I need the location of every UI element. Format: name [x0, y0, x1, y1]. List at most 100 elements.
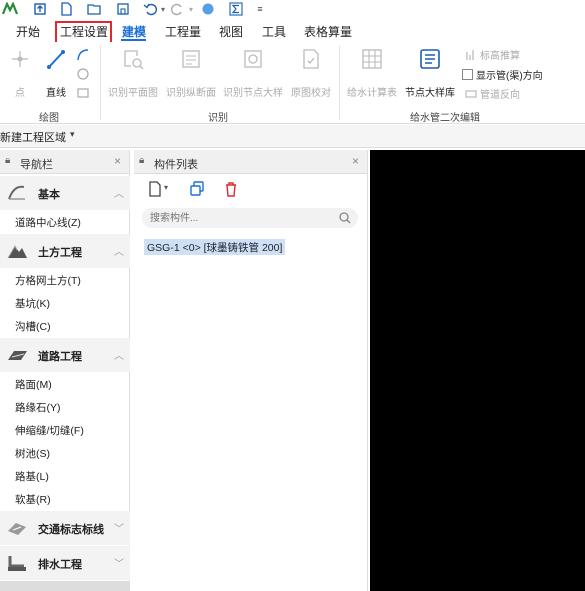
tab-modeling[interactable]: 建模	[122, 23, 146, 40]
tab-start[interactable]: 开始	[16, 23, 40, 40]
draw-group-label: 绘图	[39, 113, 59, 124]
elevation-push-icon	[466, 49, 474, 60]
ribbon-separator	[339, 46, 340, 120]
identify-node-detail-button[interactable]: 识别节点大样	[221, 48, 285, 99]
component-panel-header: 🔒︎ 构件列表 ×	[134, 150, 367, 174]
chevron-up-icon[interactable]: ︿	[114, 347, 124, 362]
water-calc-table-button[interactable]: 给水计算表	[345, 48, 399, 99]
show-direction-checkbox[interactable]: 显示管(渠)方向	[462, 67, 543, 82]
nav-panel-title: 导航栏	[20, 159, 53, 171]
line-label: 直线	[46, 88, 66, 99]
nav-category-partial[interactable]	[0, 581, 130, 591]
save-icon[interactable]	[115, 1, 131, 17]
point-icon	[12, 51, 28, 67]
show-direction-check-icon[interactable]	[462, 69, 473, 80]
nav-item-tree-pit[interactable]: 树池(S)	[15, 446, 50, 461]
secondary-group-label: 给水管二次编辑	[410, 113, 480, 124]
ribbon-separator	[100, 46, 101, 120]
pin-icon[interactable]: 🔒︎	[5, 155, 10, 166]
node-library-label: 节点大样库	[405, 88, 455, 99]
identify-node-detail-icon	[244, 50, 262, 68]
line-button[interactable]: 直线	[42, 48, 70, 99]
ribbon: 点 直线 绘图 识别平面图 识别纵断面 识别节点大样 原图校对 识别 给水计算表…	[0, 42, 585, 124]
region-select[interactable]: 新建工程区域	[0, 129, 66, 145]
nav-item-trench[interactable]: 沟槽(C)	[15, 319, 51, 334]
copy-component-icon[interactable]	[188, 180, 206, 198]
nav-category-label: 道路工程	[38, 351, 82, 363]
active-tab-indicator	[121, 39, 146, 41]
node-library-icon	[420, 49, 440, 69]
quick-access-toolbar: ▾ ▾ ≡	[0, 0, 585, 20]
cloud-icon[interactable]	[200, 1, 216, 17]
sum-icon[interactable]	[228, 1, 244, 17]
chevron-up-icon[interactable]: ︿	[114, 185, 124, 200]
original-check-button[interactable]: 原图校对	[288, 48, 334, 99]
nav-category-earthwork[interactable]: 土方工程 ︿	[0, 234, 130, 268]
nav-category-drainage[interactable]: 排水工程 ﹀	[0, 546, 130, 580]
arc-icon[interactable]	[76, 48, 90, 62]
customize-toolbar-icon[interactable]: ≡	[252, 1, 268, 17]
close-icon[interactable]: ×	[114, 154, 121, 168]
pipe-reverse-button[interactable]: 管道反向	[465, 86, 520, 101]
nav-category-road[interactable]: 道路工程 ︿	[0, 338, 130, 372]
drawing-canvas[interactable]	[370, 150, 585, 591]
nav-item-expansion-joint[interactable]: 伸缩缝/切缝(F)	[15, 423, 84, 438]
new-component-icon[interactable]	[146, 180, 164, 198]
nav-item-curb[interactable]: 路缘石(Y)	[15, 400, 61, 415]
nav-category-label: 土方工程	[38, 247, 82, 259]
delete-component-icon[interactable]	[222, 180, 240, 198]
tab-tools[interactable]: 工具	[262, 23, 286, 40]
identify-plan-button[interactable]: 识别平面图	[105, 48, 161, 99]
nav-category-traffic-signs[interactable]: 交通标志标线 ﹀	[0, 511, 130, 545]
basic-category-icon	[8, 185, 25, 200]
traffic-signs-category-icon	[8, 523, 26, 535]
original-check-icon	[303, 49, 319, 69]
identify-node-detail-label: 识别节点大样	[223, 88, 283, 99]
nav-item-subgrade[interactable]: 路基(L)	[15, 469, 49, 484]
search-icon[interactable]	[338, 211, 352, 225]
chevron-up-icon[interactable]: ︿	[114, 243, 124, 258]
nav-item-grid-earthwork[interactable]: 方格网土方(T)	[15, 273, 81, 288]
nav-item-foundation-pit[interactable]: 基坑(K)	[15, 296, 50, 311]
elevation-push-button[interactable]: 标高推算	[465, 47, 520, 62]
identify-profile-button[interactable]: 识别纵断面	[163, 48, 219, 99]
point-label: 点	[15, 88, 25, 99]
navigation-panel: 🔒︎ 导航栏 × 基本 ︿ 道路中心线(Z) 土方工程 ︿ 方格网土方(T) 基…	[0, 150, 130, 591]
chevron-down-icon[interactable]: ﹀	[114, 520, 124, 535]
nav-item-road-centerline[interactable]: 道路中心线(Z)	[15, 215, 81, 230]
app-logo-icon	[2, 1, 18, 17]
component-list-item[interactable]: GSG-1 <0> [球墨铸铁管 200]	[144, 239, 286, 255]
close-icon[interactable]: ×	[352, 154, 359, 168]
elevation-push-label: 标高推算	[480, 51, 520, 62]
identify-profile-icon	[182, 50, 200, 68]
node-library-button[interactable]: 节点大样库	[403, 48, 457, 99]
road-category-icon	[8, 351, 27, 360]
nav-category-basic[interactable]: 基本 ︿	[0, 176, 130, 210]
identify-group-label: 识别	[208, 113, 228, 124]
tab-quantity[interactable]: 工程量	[165, 23, 201, 40]
new-file-icon[interactable]	[58, 1, 74, 17]
search-component-input[interactable]	[142, 208, 358, 228]
upload-icon[interactable]	[32, 1, 48, 17]
region-dropdown-icon[interactable]: ▾	[70, 129, 75, 140]
pipe-reverse-icon	[465, 89, 477, 98]
redo-dropdown-icon[interactable]: ▾	[183, 1, 199, 17]
circle-icon[interactable]	[76, 67, 90, 81]
original-check-label: 原图校对	[291, 88, 331, 99]
tab-view[interactable]: 视图	[219, 23, 243, 40]
new-dropdown-icon[interactable]: ▾	[164, 183, 182, 201]
chevron-down-icon[interactable]: ﹀	[114, 555, 124, 570]
nav-panel-header: 🔒︎ 导航栏 ×	[0, 150, 129, 174]
point-button[interactable]: 点	[8, 48, 32, 99]
rectangle-icon[interactable]	[76, 86, 90, 100]
nav-category-label: 排水工程	[38, 559, 82, 571]
tab-table-quantity[interactable]: 表格算量	[304, 23, 352, 40]
earthwork-category-icon	[7, 244, 27, 259]
component-list-panel: 🔒︎ 构件列表 × ▾ GSG-1 <0> [球墨铸铁管 200]	[134, 150, 368, 591]
nav-category-label: 交通标志标线	[38, 524, 104, 536]
nav-item-pavement[interactable]: 路面(M)	[15, 377, 52, 392]
open-folder-icon[interactable]	[86, 1, 102, 17]
undo-dropdown-icon[interactable]: ▾	[155, 1, 171, 17]
pin-icon[interactable]: 🔒︎	[139, 155, 144, 166]
nav-item-soft-foundation[interactable]: 软基(R)	[15, 492, 51, 507]
